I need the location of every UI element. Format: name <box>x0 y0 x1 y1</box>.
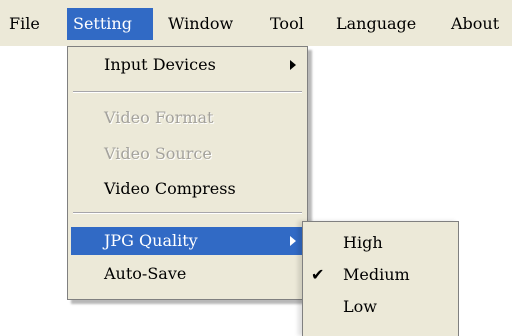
setting-dropdown-menu: Input Devices Video Format Video Source … <box>67 46 308 300</box>
application-window: File Setting Window Tool Language About … <box>0 0 512 336</box>
checkmark-icon: ✔ <box>311 265 325 284</box>
menu-item-label: JPG Quality <box>104 231 198 250</box>
menu-item-video-compress[interactable]: Video Compress <box>71 175 304 203</box>
menu-item-video-source: Video Source <box>71 140 304 168</box>
menu-item-label: Auto-Save <box>104 264 187 283</box>
menu-item-label: Video Compress <box>104 179 236 198</box>
menu-tool[interactable]: Tool <box>264 8 310 40</box>
jpg-quality-submenu: High ✔ Medium Low <box>302 221 459 336</box>
menu-setting[interactable]: Setting <box>67 8 153 40</box>
submenu-item-label: High <box>343 233 383 252</box>
menu-window[interactable]: Window <box>162 8 239 40</box>
menu-separator <box>73 212 302 214</box>
submenu-item-high[interactable]: High <box>305 229 456 257</box>
menu-item-auto-save[interactable]: Auto-Save <box>71 260 304 288</box>
menu-bar: File Setting Window Tool Language About <box>0 0 512 46</box>
submenu-item-label: Medium <box>343 265 410 284</box>
menu-file[interactable]: File <box>3 8 46 40</box>
submenu-item-medium[interactable]: ✔ Medium <box>305 261 456 289</box>
menu-separator <box>73 91 302 93</box>
submenu-item-label: Low <box>343 297 377 316</box>
chevron-right-icon <box>290 236 296 246</box>
menu-language[interactable]: Language <box>330 8 422 40</box>
menu-item-label: Video Source <box>104 144 212 163</box>
menu-item-label: Input Devices <box>104 55 216 74</box>
menu-item-label: Video Format <box>104 108 214 127</box>
submenu-item-low[interactable]: Low <box>305 293 456 321</box>
chevron-right-icon <box>290 60 296 70</box>
menu-item-input-devices[interactable]: Input Devices <box>71 51 304 79</box>
menu-item-video-format: Video Format <box>71 104 304 132</box>
menu-item-jpg-quality[interactable]: JPG Quality <box>71 227 304 255</box>
menu-about[interactable]: About <box>445 8 505 40</box>
